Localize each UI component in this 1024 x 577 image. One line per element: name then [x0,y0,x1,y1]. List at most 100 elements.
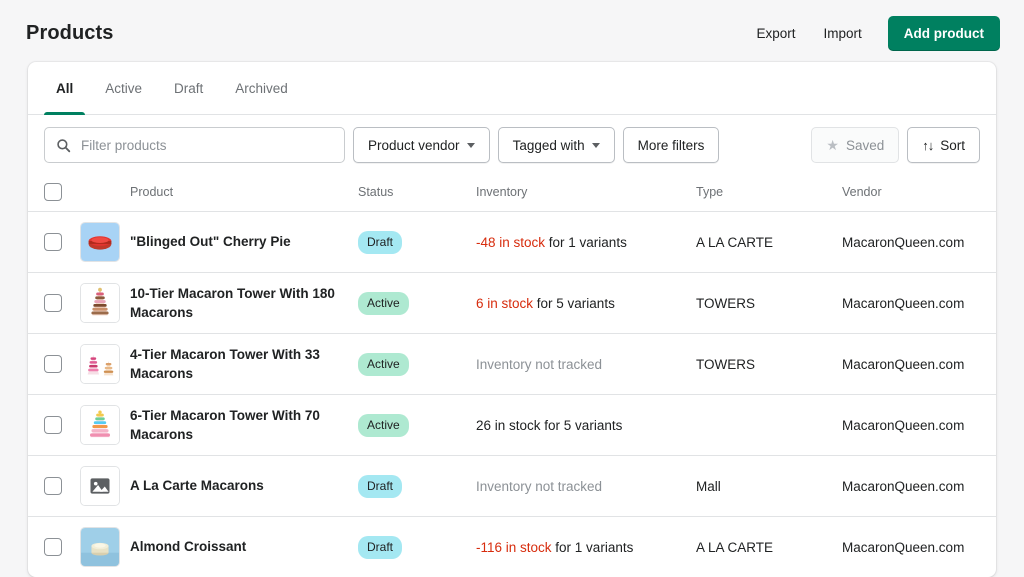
status-badge: Active [358,414,409,437]
filter-bar: Product vendor Tagged with More filters … [28,115,996,175]
product-name-link[interactable]: 6-Tier Macaron Tower With 70 Macarons [130,406,344,444]
products-table-head: Product Status Inventory Type Vendor [28,175,996,212]
inventory-count: -48 in stock [476,235,545,250]
row-checkbox[interactable] [44,233,62,251]
inventory-detail: for 1 variants [552,540,634,555]
status-badge: Draft [358,231,402,254]
row-select-cell [28,334,80,395]
saved-filters-button[interactable]: ★ Saved [811,127,899,163]
sort-button[interactable]: ↑↓ Sort [907,127,980,163]
status-badge: Active [358,292,409,315]
product-inventory-cell: 6 in stock for 5 variants [476,273,696,334]
table-row[interactable]: "Blinged Out" Cherry Pie Draft -48 in stoc… [28,212,996,273]
product-inventory-cell: -48 in stock for 1 variants [476,212,696,273]
product-type-cell: TOWERS [696,273,842,334]
product-type-cell: A LA CARTE [696,517,842,577]
chevron-down-icon [592,143,600,148]
product-name-cell: Almond Croissant [130,517,358,577]
tab-bar: All Active Draft Archived [28,62,996,115]
product-status-cell: Draft [358,456,476,517]
product-status-cell: Draft [358,517,476,577]
product-name-link[interactable]: "Blinged Out" Cherry Pie [130,232,344,251]
chevron-down-icon [467,143,475,148]
select-all-checkbox[interactable] [44,183,62,201]
inventory-detail: for 5 variants [541,418,623,433]
inventory-detail: Inventory not tracked [476,479,602,494]
product-thumbnail-cell [80,273,130,334]
row-checkbox[interactable] [44,355,62,373]
page-title: Products [26,22,113,45]
products-table: Product Status Inventory Type Vendor "Bl… [28,175,996,577]
inventory-detail: Inventory not tracked [476,357,602,372]
table-row[interactable]: 10-Tier Macaron Tower With 180 Macarons A… [28,273,996,334]
star-icon: ★ [826,138,839,152]
row-select-cell [28,456,80,517]
product-thumbnail-cell [80,456,130,517]
macaron-tower-4-thumbnail [80,344,120,384]
export-button[interactable]: Export [742,18,809,49]
product-name-link[interactable]: 10-Tier Macaron Tower With 180 Macarons [130,284,344,322]
product-vendor-cell: MacaronQueen.com [842,273,996,334]
product-name-cell: 4-Tier Macaron Tower With 33 Macarons [130,334,358,395]
product-status-cell: Active [358,395,476,456]
thumbnail-header [80,175,130,212]
search-input[interactable] [44,127,345,163]
product-vendor-cell: MacaronQueen.com [842,395,996,456]
more-filters-button[interactable]: More filters [623,127,720,163]
column-header-inventory: Inventory [476,175,696,212]
tab-all[interactable]: All [40,62,89,114]
product-vendor-cell: MacaronQueen.com [842,456,996,517]
table-row[interactable]: Almond Croissant Draft-116 in stock for 1… [28,517,996,577]
sort-label: Sort [940,138,965,153]
product-vendor-filter-button[interactable]: Product vendor [353,127,490,163]
product-thumbnail-cell [80,395,130,456]
select-all-header [28,175,80,212]
row-checkbox[interactable] [44,416,62,434]
product-name-link[interactable]: A La Carte Macarons [130,476,344,495]
more-filters-label: More filters [638,138,705,153]
almond-croissant-thumbnail [80,527,120,567]
product-status-cell: Active [358,273,476,334]
row-checkbox[interactable] [44,538,62,556]
products-table-body: "Blinged Out" Cherry Pie Draft -48 in stoc… [28,212,996,577]
product-name-cell: A La Carte Macarons [130,456,358,517]
row-select-cell [28,212,80,273]
inventory-count: 6 in stock [476,296,533,311]
image-placeholder-thumbnail [80,466,120,506]
page-header: Products Export Import Add product [0,0,1024,66]
import-button[interactable]: Import [809,18,875,49]
product-vendor-filter-label: Product vendor [368,138,460,153]
tab-archived[interactable]: Archived [219,62,304,114]
product-inventory-cell: -116 in stock for 1 variants [476,517,696,577]
product-name-cell: "Blinged Out" Cherry Pie [130,212,358,273]
column-header-vendor: Vendor [842,175,996,212]
product-type-cell: A LA CARTE [696,212,842,273]
macaron-tower-10-thumbnail [80,283,120,323]
tab-active[interactable]: Active [89,62,158,114]
table-row[interactable]: 6-Tier Macaron Tower With 70 Macarons Act… [28,395,996,456]
product-type-cell [696,395,842,456]
product-name-link[interactable]: Almond Croissant [130,537,344,556]
tab-draft[interactable]: Draft [158,62,219,114]
inventory-count: -116 in stock [476,540,552,555]
product-thumbnail-cell [80,212,130,273]
product-name-link[interactable]: 4-Tier Macaron Tower With 33 Macarons [130,345,344,383]
tagged-with-filter-button[interactable]: Tagged with [498,127,615,163]
row-select-cell [28,395,80,456]
status-badge: Active [358,353,409,376]
product-type-cell: TOWERS [696,334,842,395]
row-checkbox[interactable] [44,294,62,312]
inventory-detail: for 1 variants [545,235,627,250]
product-status-cell: Draft [358,212,476,273]
saved-filters-label: Saved [846,138,884,153]
table-row[interactable]: A La Carte Macarons DraftInventory not tr… [28,456,996,517]
product-thumbnail-cell [80,334,130,395]
row-checkbox[interactable] [44,477,62,495]
products-card: All Active Draft Archived Product vendor… [28,62,996,577]
search-field-wrapper [44,127,345,163]
table-row[interactable]: 4-Tier Macaron Tower With 33 Macarons Act… [28,334,996,395]
table-header-row: Product Status Inventory Type Vendor [28,175,996,212]
add-product-button[interactable]: Add product [888,16,1000,51]
column-header-type: Type [696,175,842,212]
cherry-pie-thumbnail [80,222,120,262]
